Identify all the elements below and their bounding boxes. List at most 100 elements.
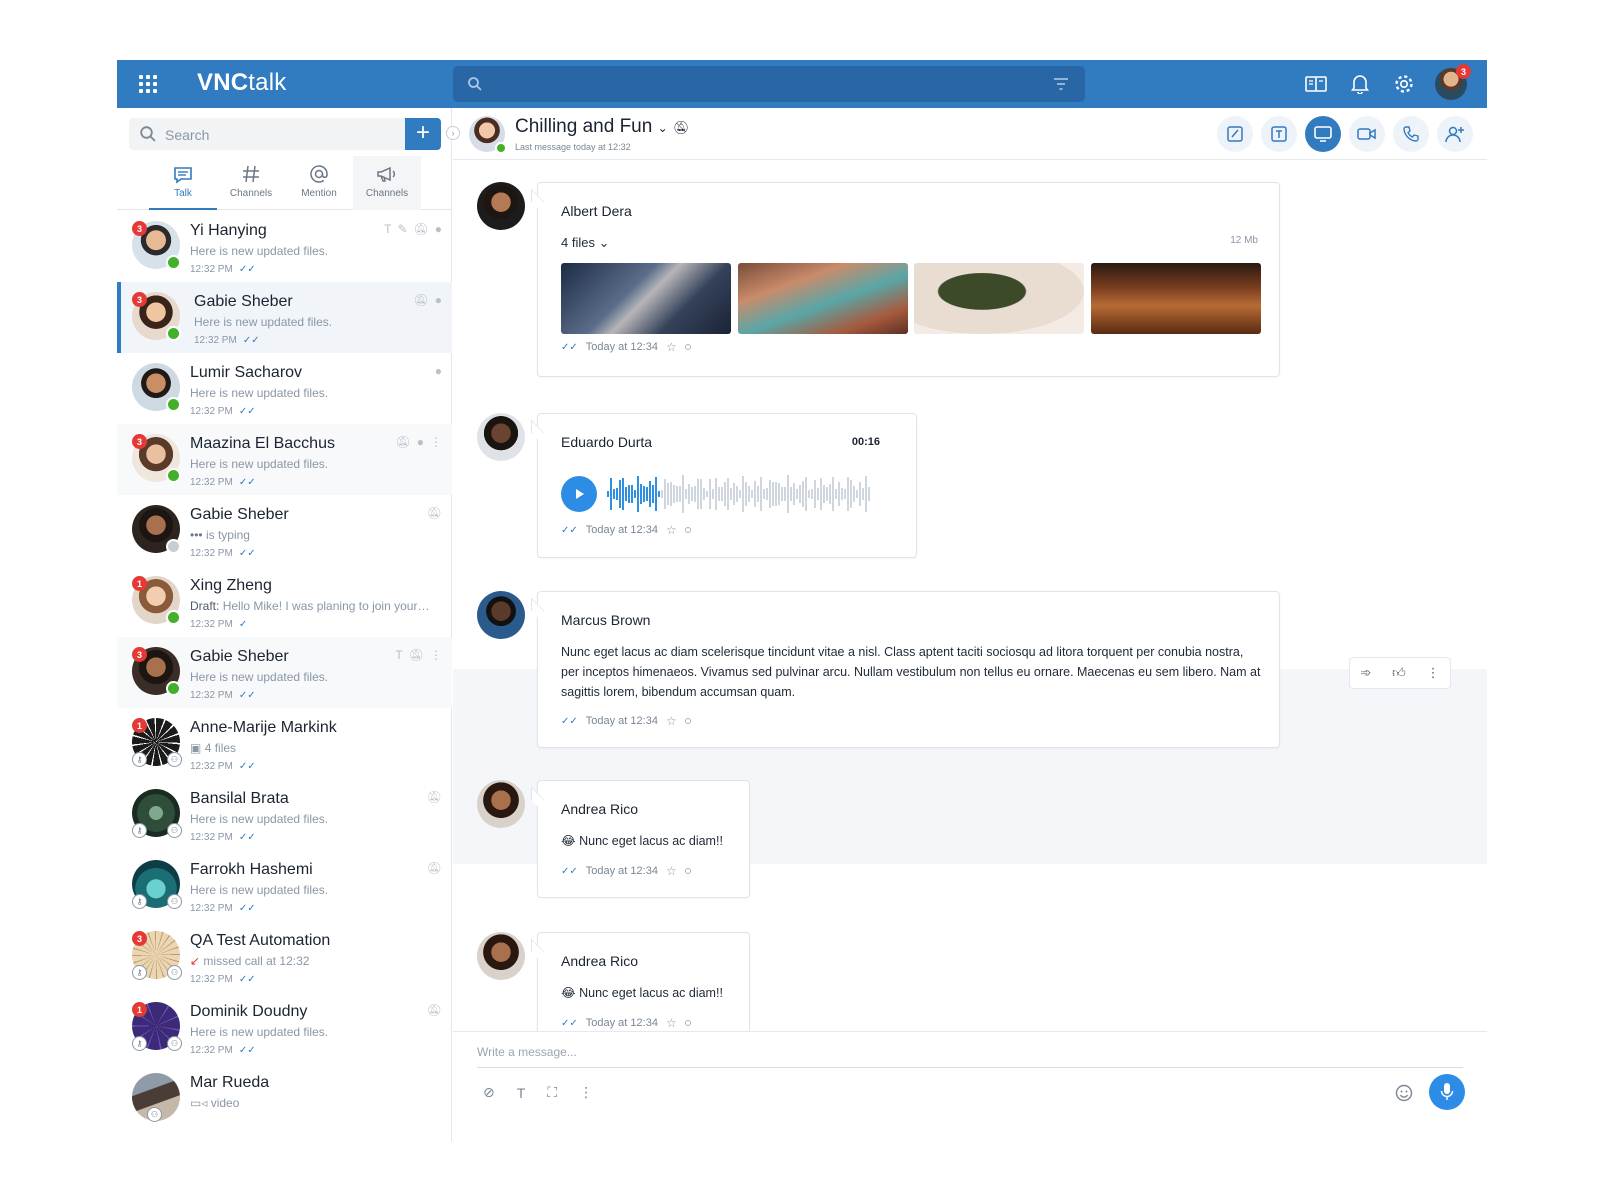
whiteboard-button[interactable] [1217, 116, 1253, 152]
conversation-item[interactable]: ⚷ ⚇ Bansilal Brata Here is new updated f… [117, 779, 452, 850]
video-icon: ▭◃ [190, 1096, 208, 1110]
waveform-bar [859, 481, 861, 507]
reaction-icon[interactable] [684, 1020, 691, 1026]
waveform-bar [631, 485, 633, 503]
read-receipt-icon: ✓ [238, 619, 248, 630]
waveform-bar [634, 490, 636, 498]
conversation-item[interactable]: Gabie Sheber ••• is typing 12:32 PM ✓✓ 🔕︎ [117, 495, 452, 566]
phone-call-button[interactable] [1393, 116, 1429, 152]
waveform-bar [766, 488, 768, 500]
mute-bell-icon: 🔕︎ [408, 648, 424, 662]
waveform-bar [691, 486, 693, 502]
emoji-picker-icon[interactable] [1395, 1084, 1413, 1107]
text-format-icon[interactable]: T [517, 1085, 526, 1101]
waveform-bar [619, 480, 621, 508]
text-icon: T [395, 648, 403, 662]
play-button[interactable] [561, 476, 597, 512]
app-logo: VNCtalk [197, 69, 287, 96]
waveform-bar [676, 485, 678, 503]
waveform-bar [733, 483, 735, 505]
reaction-icon[interactable] [684, 718, 691, 724]
message-bubble[interactable]: Andrea Rico 😂 Nunc eget lacus ac diam!! … [537, 932, 750, 1031]
waveform-bar [742, 476, 744, 512]
message-bubble[interactable]: Marcus Brown Nunc eget lacus ac diam sce… [537, 591, 1280, 748]
mute-bell-icon: 🔕︎ [426, 1003, 442, 1017]
waveform-bar [670, 481, 672, 507]
message-bubble[interactable]: Andrea Rico 😂 Nunc eget lacus ac diam!! … [537, 780, 750, 898]
tab-mention[interactable]: Mention [285, 156, 353, 210]
more-vertical-icon[interactable]: ⋮ [430, 435, 442, 449]
thumbs-up-icon[interactable]: 👍︎ [1392, 665, 1406, 681]
tab-talk[interactable]: Talk [149, 156, 217, 210]
add-conversation-button[interactable]: + [405, 118, 441, 150]
filter-icon[interactable] [1053, 77, 1069, 91]
search-placeholder: Search [165, 127, 210, 143]
reaction-icon[interactable] [684, 344, 691, 350]
waveform-bar [751, 489, 753, 499]
text-document-button[interactable] [1261, 116, 1297, 152]
expand-icon[interactable]: ⛶ [547, 1084, 557, 1101]
waveform-bar [790, 486, 792, 502]
waveform-bar [649, 481, 651, 507]
image-thumbnail[interactable] [561, 263, 731, 334]
bell-icon[interactable] [1347, 71, 1373, 97]
microphone-button[interactable] [1429, 1074, 1465, 1110]
avatar [477, 182, 525, 230]
star-icon[interactable]: ☆ [666, 340, 677, 354]
conversation-item[interactable]: ⚇ Mar Rueda ▭◃ video [117, 1063, 452, 1134]
waveform-bar [679, 485, 681, 503]
conversation-item[interactable]: 3 Gabie Sheber Here is new updated files… [117, 282, 452, 353]
sidebar-search-input[interactable]: Search [129, 118, 405, 150]
conversation-item[interactable]: ⚷ ⚇ Farrokh Hashemi Here is new updated … [117, 850, 452, 921]
audio-waveform[interactable] [607, 470, 870, 518]
conversation-item[interactable]: 1 Xing Zheng Draft: Hello Mike! I was pl… [117, 566, 452, 637]
add-participant-button[interactable] [1437, 116, 1473, 152]
conversation-item[interactable]: Lumir Sacharov Here is new updated files… [117, 353, 452, 424]
image-thumbnail[interactable] [1091, 263, 1261, 334]
attach-icon[interactable]: ⊘ [483, 1084, 495, 1101]
star-icon[interactable]: ☆ [666, 523, 677, 537]
chat-title[interactable]: Chilling and Fun ⌄ 🔕︎ [515, 116, 689, 138]
forward-icon[interactable]: ➾ [1360, 665, 1371, 681]
image-thumbnail[interactable] [914, 263, 1084, 334]
gear-icon[interactable] [1391, 71, 1417, 97]
message-bubble[interactable]: Albert Dera 4 files ⌄ 12 Mb ✓✓ Today at … [537, 182, 1280, 377]
conversation-item[interactable]: 3 Maazina El Bacchus Here is new updated… [117, 424, 452, 495]
read-receipt-icon: ✓✓ [238, 548, 256, 559]
reaction-icon[interactable] [684, 527, 691, 533]
book-icon[interactable] [1303, 71, 1329, 97]
waveform-bar [817, 487, 819, 501]
global-search-input[interactable] [453, 66, 1085, 102]
tab-broadcast[interactable]: Channels [353, 156, 421, 210]
message-bubble[interactable]: Eduardo Durta 00:16 ✓✓ Today at 12:34 ☆ [537, 413, 917, 558]
more-vertical-icon[interactable]: ⋮ [579, 1084, 593, 1101]
star-icon[interactable]: ☆ [666, 714, 677, 728]
more-vertical-icon[interactable]: ⋮ [1427, 665, 1440, 681]
screen-share-button[interactable] [1305, 116, 1341, 152]
conversation-item[interactable]: ⚷ ⚇ 3 QA Test Automation ↙ missed call a… [117, 921, 452, 992]
conversation-item[interactable]: 3 Yi Hanying Here is new updated files. … [117, 211, 452, 282]
search-icon [140, 126, 156, 142]
star-icon[interactable]: ☆ [666, 864, 677, 878]
conversation-item[interactable]: ⚷ ⚇ 1 Dominik Doudny Here is new updated… [117, 992, 452, 1063]
message-list: ➾ 👍︎ ⋮ Albert Dera 4 files ⌄ 12 Mb ✓✓ To… [453, 161, 1487, 1031]
reaction-icon[interactable] [684, 868, 691, 874]
conversation-item[interactable]: ⚷ ⚇ 1 Anne-Marije Markink ▣ 4 files 12:3… [117, 708, 452, 779]
image-thumbnail[interactable] [738, 263, 908, 334]
message-input[interactable]: Write a message... [477, 1044, 1463, 1068]
video-call-button[interactable] [1349, 116, 1385, 152]
conversation-item[interactable]: 3 Gabie Sheber Here is new updated files… [117, 637, 452, 708]
user-avatar[interactable]: 3 [1435, 64, 1471, 100]
waveform-bar [793, 483, 795, 505]
apps-grid-icon[interactable] [139, 75, 157, 93]
files-dropdown[interactable]: 4 files ⌄ [561, 235, 610, 250]
key-icon: ⚷ [132, 894, 147, 909]
more-vertical-icon[interactable]: ⋮ [430, 648, 442, 662]
tab-channels[interactable]: Channels [217, 156, 285, 210]
collapse-sidebar-button[interactable]: › [446, 126, 460, 140]
message-actions: ➾ 👍︎ ⋮ [1349, 657, 1451, 689]
star-icon[interactable]: ☆ [666, 1016, 677, 1030]
waveform-bar [616, 487, 618, 501]
chat-avatar[interactable] [469, 116, 507, 154]
group-icon: ⚇ [167, 894, 182, 909]
